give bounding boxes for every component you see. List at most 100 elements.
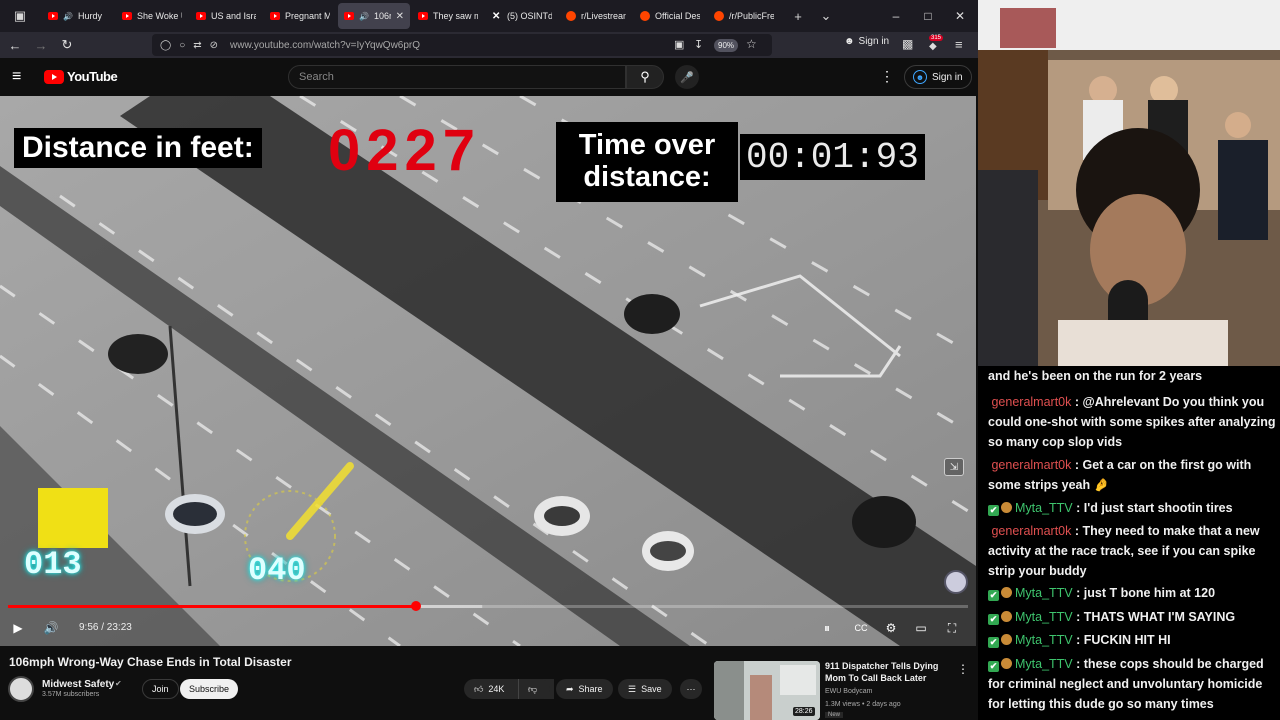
more-horizontal-icon: ⋯ (686, 683, 696, 694)
settings-gear-icon[interactable]: ⚙ (881, 618, 901, 638)
microphone-icon[interactable]: 🎤 (675, 65, 699, 89)
maximize-icon[interactable]: □ (912, 0, 944, 32)
browser-tab[interactable]: They saw m (412, 3, 484, 29)
chat-username[interactable]: generalmart0k (991, 458, 1071, 472)
close-window-icon[interactable]: ✕ (944, 0, 976, 32)
more-options-icon[interactable]: ⋮ (880, 68, 894, 85)
chat-username[interactable]: generalmart0k (991, 524, 1071, 538)
search-input[interactable]: Search (288, 65, 626, 89)
close-tab-icon[interactable]: ✕ (396, 11, 404, 22)
youtube-favicon-icon (48, 12, 58, 20)
suggested-video-title[interactable]: 911 Dispatcher Tells Dying Mom To Call B… (825, 661, 945, 684)
more-actions-button[interactable]: ⋯ (680, 679, 702, 699)
tab-audio-icon[interactable]: 🔊 (63, 12, 73, 21)
minimize-icon[interactable]: – (880, 0, 912, 32)
chat-message: generalmart0k : Get a car on the first g… (988, 458, 1252, 492)
youtube-logo[interactable]: YouTube (44, 69, 118, 84)
chat-username[interactable]: Myta_TTV (1015, 633, 1073, 647)
search-icon[interactable]: ⚲ (626, 65, 664, 89)
join-button[interactable]: Join (142, 679, 179, 699)
captions-icon[interactable]: CC (851, 618, 871, 638)
miniplayer-overlay-icon[interactable]: ⇲ (944, 458, 964, 476)
distance-value: 0227 (328, 118, 482, 183)
browser-window: ▣ 🔊Hurdy She Woke U US and Isra Pregnant M 🔊… (0, 0, 978, 720)
video-player[interactable]: Distance in feet: 0227 Time over distanc… (0, 96, 976, 646)
new-tab-icon[interactable]: + (784, 2, 812, 30)
save-playlist-icon: ☰ (628, 683, 637, 694)
picture-in-picture-icon[interactable]: ▣ (674, 38, 684, 51)
browser-tab[interactable]: ✕ (5) OSINTde (486, 3, 558, 29)
channel-watermark[interactable] (944, 570, 968, 594)
bookmark-star-icon[interactable]: ☆ (746, 37, 757, 51)
browser-tab[interactable]: /r/PublicFre (708, 3, 780, 29)
browser-tab[interactable]: She Woke U (116, 3, 188, 29)
subscriber-badge-icon: ✔ (988, 590, 999, 601)
chat-username[interactable]: Myta_TTV (1015, 501, 1073, 515)
browser-tab[interactable]: 🔊 Hurdy (42, 3, 114, 29)
volume-icon[interactable]: 🔊 (41, 618, 61, 638)
webcam-image (978, 0, 1280, 372)
autoplay-toggle-icon[interactable]: ⏸ (817, 618, 837, 638)
share-arrow-icon: ➦ (566, 683, 574, 694)
forward-icon[interactable]: → (28, 32, 54, 58)
tier-badge-icon (1001, 611, 1012, 622)
progress-bar[interactable] (8, 605, 416, 608)
chat-username[interactable]: generalmart0k (991, 395, 1071, 409)
chat-message-text: I'd just start shootin tires (1083, 501, 1233, 515)
browser-tab-label: Pregnant M (285, 11, 330, 21)
browser-tab-label: /r/PublicFre (729, 11, 774, 21)
zoom-level[interactable]: 90% (714, 39, 739, 52)
tab-list-chevron-icon[interactable]: ⌄ (812, 2, 840, 30)
tier-badge-icon (1001, 658, 1012, 669)
theater-mode-icon[interactable]: ▭ (911, 618, 931, 638)
progress-scrubber[interactable] (411, 601, 421, 611)
channel-avatar[interactable] (8, 676, 34, 702)
lock-icon[interactable]: ○ (179, 40, 185, 51)
reload-icon[interactable]: ↻ (54, 32, 80, 58)
chat-message-text: THATS WHAT I'M SAYING (1083, 610, 1236, 624)
browser-tab[interactable]: US and Isra (190, 3, 262, 29)
browser-tab-label: r/Livestrean (581, 11, 626, 21)
youtube-play-icon (44, 69, 64, 84)
extensions-icon[interactable]: ▩ (902, 37, 913, 51)
chat-username[interactable]: Myta_TTV (1015, 610, 1073, 624)
shield-icon[interactable]: ◯ (160, 40, 171, 51)
autoplay-blocked-icon[interactable]: ⊘ (210, 40, 218, 51)
browser-tab[interactable]: r/Livestrean (560, 3, 632, 29)
user-circle-icon: ☻ (913, 70, 927, 84)
share-button[interactable]: ➦ Share (556, 679, 613, 699)
chat-username[interactable]: Myta_TTV (1015, 657, 1073, 671)
suggested-more-icon[interactable]: ⋮ (957, 662, 969, 676)
browser-tab-label: She Woke U (137, 11, 182, 21)
ublock-icon[interactable]: ◆ (929, 41, 937, 52)
suggested-video-duration: 28:26 (793, 707, 815, 716)
reddit-favicon-icon (714, 11, 724, 21)
channel-name[interactable]: Midwest Safety (42, 679, 114, 690)
dislike-button[interactable]: 👎︎ (518, 679, 550, 699)
video-time-display: 9:56 / 23:23 (79, 622, 132, 633)
youtube-favicon-icon (196, 12, 206, 20)
play-icon[interactable]: ▶ (8, 618, 28, 638)
subscriber-badge-icon: ✔ (988, 637, 999, 648)
hamburger-menu-icon[interactable]: ≡ (955, 37, 963, 52)
download-icon[interactable]: ↧ (694, 38, 703, 51)
chat-message-text: just T bone him at 120 (1083, 586, 1216, 600)
browser-tab[interactable]: Official Des (634, 3, 706, 29)
subscribe-button[interactable]: Subscribe (180, 679, 239, 699)
back-icon[interactable]: ← (2, 32, 28, 58)
youtube-signin-button[interactable]: ☻ Sign in (904, 65, 972, 89)
stream-chat: and he's been on the run for 2 years gen… (978, 366, 1280, 720)
tab-overview-icon[interactable]: ▣ (0, 2, 40, 30)
guide-menu-icon[interactable]: ≡ (12, 68, 21, 86)
thumbs-up-icon: 👍︎ (474, 683, 484, 694)
chat-message-text: FUCKIN HIT HI (1083, 633, 1171, 647)
chat-username[interactable]: Myta_TTV (1015, 586, 1073, 600)
browser-tab[interactable]: Pregnant M (264, 3, 336, 29)
tab-audio-icon[interactable]: 🔊 (359, 12, 369, 21)
browser-tab[interactable]: 🔊 106r ✕ (338, 3, 410, 29)
url-text[interactable]: www.youtube.com/watch?v=IyYqwQw6prQ (230, 40, 420, 51)
save-button[interactable]: ☰ Save (618, 679, 672, 699)
fullscreen-icon[interactable]: ⛶ (942, 618, 962, 638)
firefox-signin-button[interactable]: ☻ Sign in (844, 36, 889, 47)
permissions-icon[interactable]: ⇄ (193, 40, 201, 51)
